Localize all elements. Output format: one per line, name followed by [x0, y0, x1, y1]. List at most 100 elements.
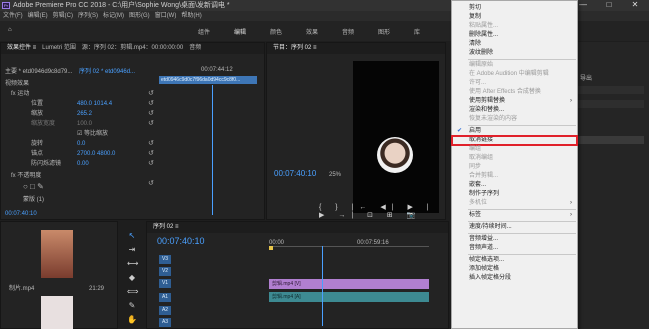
- context-menu-item[interactable]: 剪切: [452, 4, 577, 13]
- effect-opacity[interactable]: fx 不透明度: [11, 171, 41, 181]
- tab-audio[interactable]: 音频: [189, 45, 201, 51]
- pen-tool-icon[interactable]: ✎: [127, 301, 137, 311]
- work-area-bar[interactable]: [269, 246, 273, 250]
- context-menu-item[interactable]: 波纹删除: [452, 49, 577, 58]
- track-id[interactable]: V2: [159, 267, 171, 276]
- track-select-tool-icon[interactable]: ⇥: [127, 245, 137, 255]
- track-a3-header: A3: [147, 318, 267, 329]
- menu-window[interactable]: 窗口(W): [155, 13, 177, 19]
- effect-playhead[interactable]: [212, 85, 213, 215]
- clip-thumbnail[interactable]: [41, 230, 73, 278]
- video-clip[interactable]: 剪辑.mp4 [V]: [269, 279, 429, 289]
- context-menu-item[interactable]: 帧定格选项...: [452, 256, 577, 265]
- context-menu-item[interactable]: 复制: [452, 13, 577, 22]
- prop-anchor-value[interactable]: 2700.0 4800.0: [77, 149, 115, 159]
- transport-controls[interactable]: { } |← ◀| ▶ |▶ →| ⊡ ⊞ 📷: [319, 203, 445, 219]
- menu-help[interactable]: 帮助(H): [181, 13, 201, 19]
- effect-motion[interactable]: fx 运动: [11, 89, 29, 99]
- checkmark-icon: ✔: [457, 128, 463, 134]
- tab-lumetri-scopes[interactable]: Lumetri 范围: [42, 45, 76, 51]
- track-id[interactable]: A1: [159, 293, 171, 302]
- clip-thumbnail-2[interactable]: [41, 296, 73, 329]
- tools-panel: ↖ ⇥ ⟷ ◆ ⟺ ✎ ✋: [120, 221, 144, 329]
- workspace-libraries[interactable]: 库: [414, 27, 420, 36]
- context-menu-item: 合并剪辑...: [452, 172, 577, 181]
- context-menu-item[interactable]: 插入帧定格分段: [452, 274, 577, 283]
- mask-shape-tools[interactable]: ○ □ ✎: [23, 182, 44, 192]
- context-menu-item-label: 添加帧定格: [469, 266, 500, 272]
- context-menu-item[interactable]: 删除属性...: [452, 31, 577, 40]
- window-title: Adobe Premiere Pro CC 2018 - C:\用户\Sophi…: [13, 2, 230, 9]
- context-menu-item[interactable]: 渲染和替换...: [452, 106, 577, 115]
- context-menu-item[interactable]: 制作子序列: [452, 190, 577, 199]
- razor-tool-icon[interactable]: ◆: [127, 273, 137, 283]
- track-id[interactable]: A3: [159, 318, 171, 327]
- tab-program[interactable]: 节目：序列 02 ≡: [273, 45, 317, 51]
- right-panel-row[interactable]: [574, 136, 644, 144]
- context-menu-item-label: 音频增益...: [469, 236, 499, 242]
- tab-effect-controls[interactable]: 效果控件 ≡: [7, 45, 36, 51]
- context-menu-item[interactable]: 音频增益...: [452, 235, 577, 244]
- context-menu-item[interactable]: 取消链接: [451, 135, 578, 146]
- menu-clip[interactable]: 剪辑(C): [53, 13, 73, 19]
- prop-scale-value[interactable]: 265.2: [77, 109, 92, 119]
- context-menu-item[interactable]: 速度/持续时间...: [452, 223, 577, 232]
- workspace-effects[interactable]: 效果: [306, 27, 318, 36]
- selection-tool-icon[interactable]: ↖: [127, 231, 137, 241]
- menu-marker[interactable]: 标记(M): [103, 13, 124, 19]
- context-menu-item-label: 编组: [469, 146, 482, 152]
- context-menu-item[interactable]: 标签 ›: [452, 211, 577, 220]
- context-menu-item[interactable]: 清除: [452, 40, 577, 49]
- tab-sequence-02[interactable]: 序列 02 ≡: [153, 224, 179, 230]
- right-panel-row[interactable]: [574, 100, 644, 108]
- menu-edit[interactable]: 编辑(E): [28, 13, 48, 19]
- timeline-playhead[interactable]: [322, 246, 323, 326]
- prop-position-value[interactable]: 480.0 1014.4: [77, 99, 112, 109]
- context-menu-item-label: 合并剪辑...: [469, 173, 499, 179]
- prop-flicker-value[interactable]: 0.00: [77, 159, 89, 169]
- timeline-timecode[interactable]: 00:07:40:10: [157, 236, 205, 246]
- ripple-edit-tool-icon[interactable]: ⟷: [127, 259, 138, 269]
- right-panel-row[interactable]: [574, 86, 644, 94]
- mask-1[interactable]: 蒙版 (1): [23, 195, 44, 205]
- workspace-color[interactable]: 颜色: [270, 27, 282, 36]
- prop-rotation-value[interactable]: 0.0: [77, 139, 85, 149]
- master-clip-label[interactable]: 主要 * etd0946d9c8d79...: [5, 67, 72, 77]
- track-id[interactable]: V3: [159, 255, 171, 264]
- context-menu-item-label: 标签: [469, 212, 482, 218]
- track-id[interactable]: V1: [159, 279, 171, 288]
- workspace-editing[interactable]: 编辑: [234, 27, 246, 36]
- context-menu-item[interactable]: 添加帧定格: [452, 265, 577, 274]
- time-ruler[interactable]: [269, 246, 429, 247]
- zoom-select[interactable]: 25%: [329, 170, 341, 180]
- menu-file[interactable]: 文件(F): [3, 13, 23, 19]
- workspace-graphics[interactable]: 图形: [378, 27, 390, 36]
- context-menu-item-label: 嵌套...: [469, 182, 487, 188]
- hand-tool-icon[interactable]: ✋: [127, 315, 137, 325]
- context-menu-item[interactable]: 音频声道...: [452, 244, 577, 253]
- audio-clip[interactable]: 剪辑.mp4 [A]: [269, 292, 429, 302]
- context-menu-item[interactable]: 使用剪辑替换 ›: [452, 97, 577, 106]
- track-id[interactable]: A2: [159, 306, 171, 315]
- close-button[interactable]: ✕: [628, 0, 642, 11]
- maximize-button[interactable]: □: [602, 0, 616, 11]
- effect-clip-bar[interactable]: etd0946c9d0c7f96da0d94cc9c8f0...: [159, 76, 257, 84]
- uniform-scale-checkbox[interactable]: ☑ 等比缩放: [77, 129, 108, 139]
- context-menu-item: 使用 After Effects 合成替换: [452, 88, 577, 97]
- timeline-panel: 序列 02 ≡ 00:07:40:10 00:00 00:07:59:16 V3…: [146, 221, 449, 329]
- workspace-audio[interactable]: 音频: [342, 27, 354, 36]
- video-frame[interactable]: [353, 61, 439, 213]
- program-timecode[interactable]: 00:07:40:10: [274, 169, 316, 178]
- menu-separator: [468, 233, 576, 234]
- project-item-name[interactable]: 制片.mp4: [9, 284, 34, 294]
- home-icon[interactable]: ⌂: [8, 27, 12, 33]
- menu-graphics[interactable]: 图形(G): [129, 13, 150, 19]
- slip-tool-icon[interactable]: ⟺: [127, 287, 138, 297]
- workspace-assembly[interactable]: 组件: [198, 27, 210, 36]
- context-menu-item[interactable]: 启用 ✔: [452, 127, 577, 136]
- tab-source[interactable]: 源：序列 02：剪辑.mp4：00:00:00:00: [82, 45, 183, 51]
- context-menu-item[interactable]: 嵌套...: [452, 181, 577, 190]
- sequence-clip-label[interactable]: 序列 02 * etd0946d...: [79, 67, 135, 77]
- menu-sequence[interactable]: 序列(S): [78, 13, 98, 19]
- minimize-button[interactable]: —: [576, 0, 590, 11]
